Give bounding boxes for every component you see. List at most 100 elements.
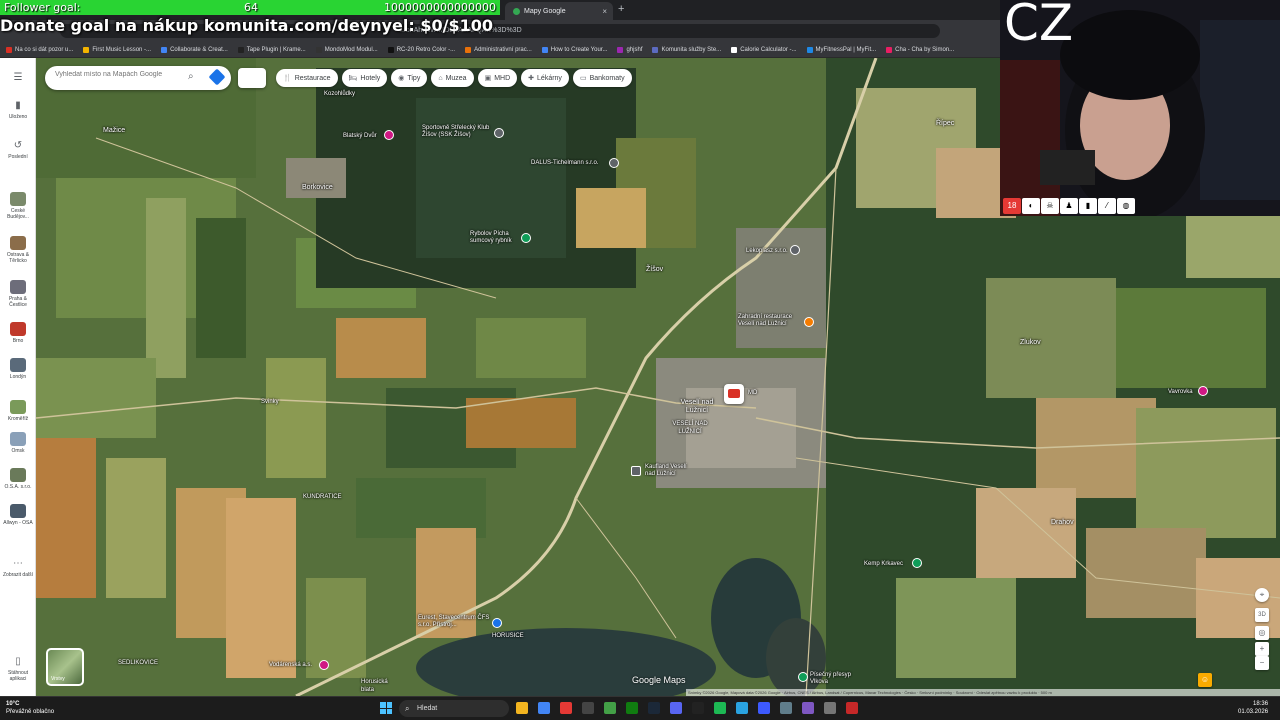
saved-place-label: Londýn xyxy=(9,374,27,380)
compass-button[interactable]: ⌖ xyxy=(1255,588,1269,602)
bookmark-item[interactable]: Administrativní prac... xyxy=(465,46,538,53)
emote-row: 18 ◐ ☠ ♟ ▮ ⁄ ◍ xyxy=(1003,198,1135,214)
bookmark-item[interactable]: MondoMod Modul... xyxy=(315,46,384,53)
new-tab-button[interactable]: + xyxy=(618,3,624,15)
layers-toggle-button[interactable] xyxy=(238,68,266,88)
weather-widget[interactable]: 10°C Převážně oblačno xyxy=(6,700,54,716)
app-blue-icon[interactable] xyxy=(758,702,770,714)
layer-switcher[interactable]: Vrstvy xyxy=(46,648,84,686)
map-label-horusice: HORUSICE xyxy=(492,633,524,639)
poi-pin-restaurace[interactable] xyxy=(804,317,814,327)
chip-tipy[interactable]: ◉ Tipy xyxy=(391,69,428,87)
directions-icon[interactable] xyxy=(208,68,226,86)
poi-pin-blatsky-dvur[interactable] xyxy=(384,130,394,140)
bookmark-item[interactable]: Calorie Calculator -... xyxy=(731,46,802,53)
poi-pin-kaufland[interactable] xyxy=(631,466,641,476)
tab-google-maps[interactable]: Mapy Google × xyxy=(505,2,613,20)
taskbar-search[interactable]: ⌕ Hledat xyxy=(399,700,509,717)
bookmark-item[interactable]: Tape Plugin | Krame... xyxy=(237,46,312,53)
chip-muzea[interactable]: ⌂ Muzea xyxy=(431,69,474,87)
xbox-icon[interactable] xyxy=(626,702,638,714)
pegman-button[interactable]: ☺ xyxy=(1198,673,1212,687)
map-label-kozohludky: Kozohlůdky xyxy=(324,91,356,97)
poi-pin-stavecentrum[interactable] xyxy=(492,618,502,628)
saved-place-kromeriz[interactable]: Kroměříž xyxy=(0,400,36,422)
poi-pin-sport-club[interactable] xyxy=(494,128,504,138)
chip-label: Lékárny xyxy=(537,74,562,82)
discord-icon[interactable] xyxy=(670,702,682,714)
chip-bankomaty[interactable]: ▭ Bankomaty xyxy=(572,69,632,87)
bookmark-item[interactable]: MyFitnessPal | MyFit... xyxy=(806,46,883,53)
chip-mhd[interactable]: ▣ MHD xyxy=(477,69,518,87)
app-grey-icon[interactable] xyxy=(824,702,836,714)
poi-pin-vodarenska[interactable] xyxy=(319,660,329,670)
clock[interactable]: 18:36 01.03.2026 xyxy=(1238,700,1268,716)
app-dark-icon[interactable] xyxy=(582,702,594,714)
get-app-button[interactable]: ▯ Stáhnout aplikaci xyxy=(0,656,36,682)
show-more-button[interactable]: ⋯ Zobrazit další xyxy=(0,558,36,578)
file-explorer-icon[interactable] xyxy=(516,702,528,714)
saved-place-o-s-a-s-r-o[interactable]: O.S.A. s.r.o. xyxy=(0,468,36,490)
poi-label-kemp-krkavec: Kemp Krkavec xyxy=(864,561,904,567)
search-input[interactable] xyxy=(55,71,185,78)
chip-hotely[interactable]: 🛏 Hotely xyxy=(341,69,388,87)
app-green-icon[interactable] xyxy=(604,702,616,714)
bookmark-item[interactable]: How to Create Your... xyxy=(541,46,614,53)
poi-pin-dalus[interactable] xyxy=(609,158,619,168)
recent-button[interactable]: ↺ Poslední xyxy=(0,140,36,160)
obs-icon[interactable] xyxy=(846,702,858,714)
bookmark-item[interactable]: Na co si dát pozor u... xyxy=(6,46,79,53)
saved-place-label: Praha & Čestlice xyxy=(8,296,28,308)
settings-icon[interactable] xyxy=(780,702,792,714)
chrome-icon[interactable] xyxy=(538,702,550,714)
bookmark-label: Komunita služby Ste... xyxy=(661,46,722,53)
bookmark-item[interactable]: First Music Lesson -... xyxy=(83,46,157,53)
my-location-button[interactable]: ◎ xyxy=(1255,626,1269,640)
saved-place-ceske-budejov[interactable]: České Budějov... xyxy=(0,192,36,220)
saved-button[interactable]: ▮ Uloženo xyxy=(0,100,36,120)
saved-place-allwyn-osa[interactable]: Allwyn - OSA xyxy=(0,504,36,526)
bookmark-label: How to Create Your... xyxy=(550,46,608,53)
history-icon: ↺ xyxy=(13,140,23,151)
spotify-icon[interactable] xyxy=(714,702,726,714)
bookmark-item[interactable]: RC-20 Retro Color -... xyxy=(387,46,461,53)
start-button[interactable] xyxy=(380,702,392,714)
chip-lekarny[interactable]: ✚ Lékárny xyxy=(521,69,569,87)
bookmark-item[interactable]: ghjshf xyxy=(617,46,648,53)
saved-place-ostrava-terlicko[interactable]: Ostrava & Těrlicko xyxy=(0,236,36,264)
poi-pin-vavrovka[interactable] xyxy=(1198,386,1208,396)
zoom-in-button[interactable]: + xyxy=(1255,642,1269,656)
saved-place-praha-cestlice[interactable]: Praha & Čestlice xyxy=(0,280,36,308)
poi-pin-lekoplasz[interactable] xyxy=(790,245,800,255)
map-label-horusicka-blata: Horusická blata xyxy=(361,679,388,693)
saved-place-omsk[interactable]: Omsk xyxy=(0,432,36,454)
poi-pin-kemp-krkavec[interactable] xyxy=(912,558,922,568)
tab-close-icon[interactable]: × xyxy=(602,7,607,16)
menu-button[interactable]: ☰ xyxy=(0,72,36,86)
bookmark-item[interactable]: Komunita služby Ste... xyxy=(652,46,727,53)
zoom-out-button[interactable]: − xyxy=(1255,656,1269,670)
map-label-mazice: Mažice xyxy=(103,127,126,134)
3d-toggle-button[interactable]: 3D xyxy=(1255,608,1269,622)
saved-place-brno[interactable]: Brno xyxy=(0,322,36,344)
ball-icon: ◍ xyxy=(1117,198,1135,214)
telegram-icon[interactable] xyxy=(736,702,748,714)
app-red-icon[interactable] xyxy=(560,702,572,714)
museum-icon: ⌂ xyxy=(438,74,443,82)
bookmark-item[interactable]: Collaborate & Creat... xyxy=(161,46,234,53)
app-purple-icon[interactable] xyxy=(802,702,814,714)
taskbar: 10°C Převážně oblačno ⌕ Hledat 18:36 01.0… xyxy=(0,696,1280,720)
map-label-sedlikovice: SEDLIKOVICE xyxy=(118,660,159,666)
poi-pin-pisecny-presyp[interactable] xyxy=(798,672,808,682)
steam-icon[interactable] xyxy=(648,702,660,714)
saved-place-londyn[interactable]: Londýn xyxy=(0,358,36,380)
place-marker[interactable] xyxy=(724,384,744,404)
poi-pin-rybolov[interactable] xyxy=(521,233,531,243)
figure-icon: ♟ xyxy=(1060,198,1078,214)
place-thumbnail xyxy=(10,400,26,414)
bookmark-item[interactable]: Cha - Cha by Simon... xyxy=(886,46,960,53)
search-icon[interactable]: ⌕ xyxy=(188,71,194,82)
chip-restaurace[interactable]: 🍴 Restaurace xyxy=(276,69,338,87)
tiktok-icon[interactable] xyxy=(692,702,704,714)
bookmark-favicon-icon xyxy=(237,46,244,53)
